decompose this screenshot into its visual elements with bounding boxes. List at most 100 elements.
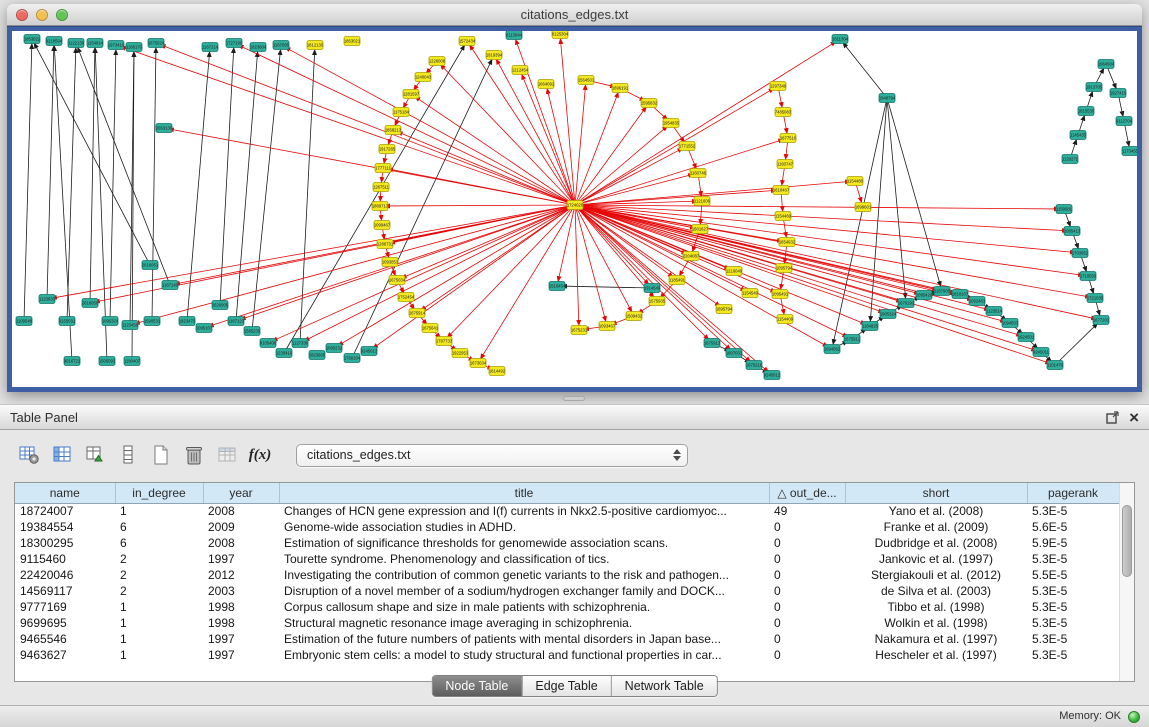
graph-node[interactable]: 1675914 <box>409 309 426 318</box>
graph-node[interactable]: 1564501 <box>578 76 595 85</box>
graph-node[interactable]: 1853021 <box>344 37 361 46</box>
graph-node[interactable]: 1085413 <box>1064 227 1081 236</box>
table-row[interactable]: 1456911722003Disruption of a novel membe… <box>15 583 1119 599</box>
column-header[interactable]: name <box>15 483 115 503</box>
table-row[interactable]: 946554611997Estimation of the future num… <box>15 631 1119 647</box>
graph-node[interactable]: 1818107 <box>952 290 969 299</box>
graph-node[interactable]: 1154480 <box>847 177 864 186</box>
graph-node[interactable]: 1954835 <box>663 119 680 128</box>
graph-node[interactable]: 1167146 <box>162 281 179 290</box>
tab-node-table[interactable]: Node Table <box>432 676 521 696</box>
table-row[interactable]: 1830029562008Estimation of significance … <box>15 535 1119 551</box>
graph-node[interactable]: 1093467 <box>599 322 616 331</box>
graph-node[interactable]: 1889713 <box>372 202 389 211</box>
graph-node[interactable]: 1297349 <box>770 82 787 91</box>
graph-node[interactable]: 1823604 <box>250 43 267 52</box>
table-row[interactable]: 977716911998Corpus callosum shape and si… <box>15 599 1119 615</box>
graph-node[interactable]: 2616051 <box>142 261 159 270</box>
graph-node[interactable]: 1145435 <box>1070 131 1087 140</box>
graph-node[interactable]: 1760104 <box>344 354 361 363</box>
graph-node[interactable]: 1505093 <box>99 357 116 366</box>
graph-node[interactable]: 1167095 <box>273 41 290 50</box>
graph-node[interactable]: 1212454 <box>512 66 529 75</box>
network-graph[interactable]: 1724020122600812400431281597117518418582… <box>12 31 1137 387</box>
graph-node[interactable]: 1913705 <box>1086 83 1103 92</box>
graph-node[interactable]: 8113044 <box>506 31 523 40</box>
column-header[interactable]: short <box>845 483 1027 503</box>
graph-node[interactable]: 1173455 <box>1122 147 1137 156</box>
graph-node[interactable]: 1095491 <box>772 290 789 299</box>
graph-node[interactable]: 1095794 <box>776 264 793 273</box>
graph-node[interactable]: 1679193 <box>898 299 915 308</box>
graph-node[interactable]: 9245012 <box>764 371 781 380</box>
import-table-icon[interactable] <box>214 442 240 468</box>
graph-node[interactable]: 9016721 <box>64 357 81 366</box>
graph-node[interactable]: 1154814 <box>87 39 104 48</box>
graph-node[interactable]: 1812130 <box>307 41 324 50</box>
graph-node[interactable]: 1180407 <box>124 357 141 366</box>
graph-node[interactable]: 1154469 <box>775 212 792 221</box>
table-scrollbar-thumb[interactable] <box>1122 505 1132 577</box>
graph-node[interactable]: 1699601 <box>855 203 872 212</box>
graph-node[interactable]: 2616050 <box>82 299 99 308</box>
column-header[interactable]: pagerank <box>1027 483 1119 503</box>
close-panel-icon[interactable]: × <box>1129 410 1139 425</box>
graph-node[interactable]: 1752454 <box>398 293 415 302</box>
graph-node[interactable]: 1160747 <box>777 160 794 169</box>
table-row[interactable]: 2242004622012Investigating the contribut… <box>15 567 1119 583</box>
row-height-icon[interactable] <box>115 442 141 468</box>
graph-node[interactable]: 1167905 <box>934 287 951 296</box>
graph-node[interactable]: 1240043 <box>415 73 432 82</box>
network-table-selector[interactable]: citations_edges.txt <box>296 444 688 467</box>
graph-node[interactable]: 1186170 <box>126 43 143 52</box>
graph-node[interactable]: 1159581 <box>1056 205 1073 214</box>
graph-node[interactable]: 2653130 <box>156 124 173 133</box>
graph-node[interactable]: 1877510 <box>780 134 797 143</box>
new-column-icon[interactable] <box>148 442 174 468</box>
graph-node[interactable]: 1154409 <box>777 315 794 324</box>
graph-node[interactable]: 1654932 <box>779 238 796 247</box>
tab-edge-table[interactable]: Edge Table <box>521 676 610 696</box>
graph-node[interactable]: 1095107 <box>196 324 213 333</box>
graph-node[interactable]: 9245013 <box>361 347 378 356</box>
graph-node[interactable]: 9105406 <box>260 339 277 348</box>
graph-node[interactable]: 1917285 <box>379 145 396 154</box>
graph-node[interactable]: 1601627 <box>692 225 709 234</box>
graph-node[interactable]: 9245011 <box>1033 348 1050 357</box>
graph-node[interactable]: 1807031 <box>726 349 743 358</box>
graph-node[interactable]: 1092481 <box>969 297 986 306</box>
graph-node[interactable]: 1575935 <box>649 297 666 306</box>
graph-node[interactable]: 1518454 <box>549 282 566 291</box>
graph-node[interactable]: 1905324 <box>880 310 897 319</box>
graph-node[interactable]: 1675913 <box>704 339 721 348</box>
graph-node[interactable]: 1694562 <box>824 345 841 354</box>
window-titlebar[interactable]: citations_edges.txt <box>7 4 1142 26</box>
graph-node[interactable]: 1919394 <box>486 51 503 60</box>
graph-node[interactable]: 1160746 <box>690 169 707 178</box>
graph-node[interactable]: 1175184 <box>393 108 410 117</box>
minimize-window-icon[interactable] <box>36 9 48 21</box>
graph-node[interactable]: 1914549 <box>644 284 661 293</box>
graph-node[interactable]: 1286731 <box>377 240 394 249</box>
tab-network-table[interactable]: Network Table <box>611 676 717 696</box>
table-row[interactable]: 969969511998Structural magnetic resonanc… <box>15 615 1119 631</box>
graph-node[interactable]: 1727190 <box>226 39 243 48</box>
graph-node[interactable]: 1129271 <box>1062 155 1079 164</box>
graph-node[interactable]: 9218504 <box>46 37 63 46</box>
graph-node[interactable]: 1922953 <box>452 349 469 358</box>
graph-node[interactable]: 1167123 <box>228 317 245 326</box>
graph-node[interactable]: 1814492 <box>489 367 506 376</box>
graph-node[interactable]: 1267511 <box>373 183 390 192</box>
column-header[interactable]: year <box>203 483 279 503</box>
graph-node[interactable]: 1099467 <box>374 221 391 230</box>
graph-node[interactable]: 1123514 <box>986 307 1003 316</box>
graph-node[interactable]: 2204087 <box>683 252 700 261</box>
graph-node[interactable]: 1123456 <box>122 321 139 330</box>
graph-node[interactable]: 1675641 <box>422 324 439 333</box>
graph-node[interactable]: 1595832 <box>641 99 658 108</box>
graph-node[interactable]: 1109548 <box>16 317 33 326</box>
graph-node[interactable]: 1095324 <box>102 317 119 326</box>
graph-node[interactable]: 1610467 <box>773 186 790 195</box>
table-settings-icon[interactable] <box>16 442 42 468</box>
column-header[interactable]: in_degree <box>115 483 203 503</box>
